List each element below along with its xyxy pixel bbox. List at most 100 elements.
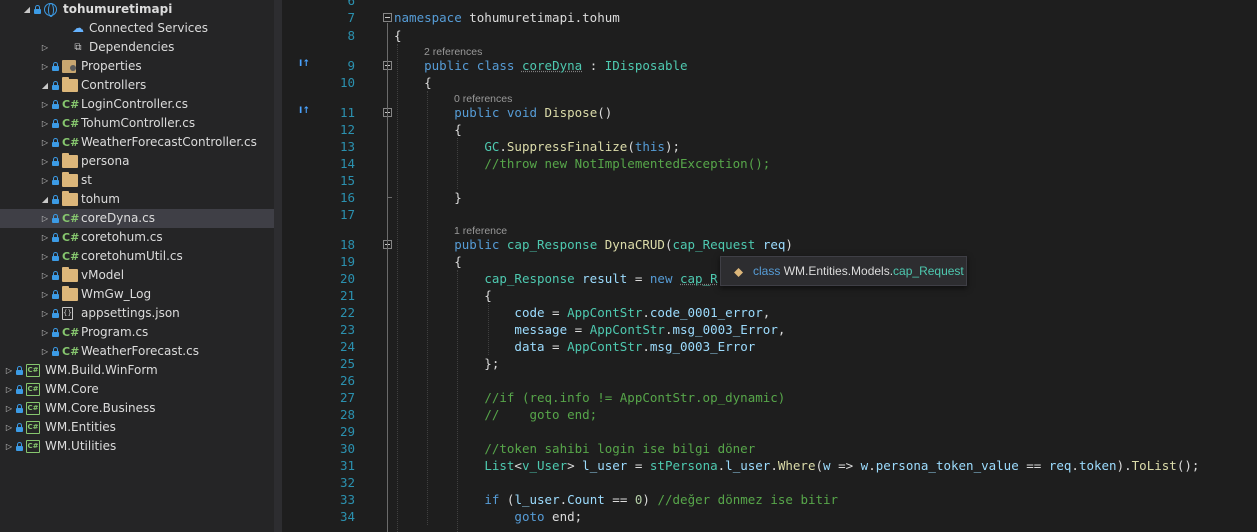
codelens-inheritance-marker-icon[interactable]: I↑ [299, 106, 317, 120]
code-line[interactable]: cap_Response result = new cap_R [394, 270, 717, 287]
code-line[interactable]: public cap_Response DynaCRUD(cap_Request… [394, 236, 793, 253]
collapsed-arrow-icon[interactable]: ▷ [40, 171, 50, 190]
code-line[interactable]: //if (req.info != AppContStr.op_dynamic) [394, 389, 785, 406]
tree-item[interactable]: ▷ C# Program.cs [0, 323, 274, 342]
tree-item[interactable]: ▷ C# coretohumUtil.cs [0, 247, 274, 266]
line-number: 15 [339, 173, 355, 188]
tree-item[interactable]: ▷ C# WeatherForecast.cs [0, 342, 274, 361]
collapsed-arrow-icon[interactable]: ▷ [40, 95, 50, 114]
tree-item[interactable]: ▷ ⧉ Dependencies [0, 38, 274, 57]
tree-item[interactable]: ▷ {} appsettings.json [0, 304, 274, 323]
tooltip-keyword: class [753, 264, 781, 278]
code-line[interactable]: code = AppContStr.code_0001_error, [394, 304, 770, 321]
code-line[interactable]: // goto end; [394, 406, 597, 423]
collapsed-arrow-icon[interactable]: ▷ [40, 304, 50, 323]
tree-item[interactable]: ▷ persona [0, 152, 274, 171]
collapsed-arrow-icon[interactable]: ▷ [4, 380, 14, 399]
code-line[interactable]: data = AppContStr.msg_0003_Error [394, 338, 755, 355]
collapsed-arrow-icon[interactable]: ▷ [4, 361, 14, 380]
tree-item[interactable]: ▷ C# coreDyna.cs [0, 209, 274, 228]
collapsed-arrow-icon[interactable]: ▷ [40, 57, 50, 76]
tree-item[interactable]: ◢ tohum [0, 190, 274, 209]
code-line[interactable]: { [394, 74, 432, 91]
code-line[interactable]: if (l_user.Count == 0) //değer dönmez is… [394, 491, 838, 508]
tree-item[interactable]: ▷ C# LoginController.cs [0, 95, 274, 114]
expanded-arrow-icon[interactable]: ◢ [40, 76, 50, 95]
vertical-scrollbar[interactable] [1246, 0, 1257, 532]
tree-item[interactable]: ▷ WmGw_Log [0, 285, 274, 304]
tree-item[interactable]: ▷ C# TohumController.cs [0, 114, 274, 133]
collapsed-arrow-icon[interactable]: ▷ [40, 133, 50, 152]
codelens-references[interactable]: 0 references [454, 93, 512, 105]
code-line[interactable]: message = AppContStr.msg_0003_Error, [394, 321, 785, 338]
code-line[interactable]: { [394, 287, 492, 304]
properties-icon [62, 60, 76, 73]
tree-item[interactable]: ▷ Properties [0, 57, 274, 76]
collapsed-arrow-icon[interactable]: ▷ [40, 209, 50, 228]
collapsed-arrow-icon[interactable]: ▷ [40, 228, 50, 247]
code-token: > [567, 458, 583, 473]
line-number: 22 [339, 305, 355, 320]
panel-splitter[interactable] [274, 0, 282, 532]
tree-item[interactable]: ☁ Connected Services [0, 19, 274, 38]
tree-item-label: coretohum.cs [81, 230, 163, 244]
collapse-region-icon[interactable] [383, 13, 392, 22]
source-control-lock-icon [34, 5, 41, 14]
collapsed-arrow-icon[interactable]: ▷ [40, 323, 50, 342]
code-token: message [514, 322, 568, 337]
csharp-project-icon: C# [26, 383, 40, 396]
csharp-file-icon: C# [62, 98, 80, 111]
code-line[interactable]: }; [394, 355, 499, 372]
tree-item[interactable]: ◢ tohumuretimapi [0, 0, 274, 19]
code-token: result [582, 271, 628, 286]
tree-item-label: LoginController.cs [81, 97, 188, 111]
tree-item[interactable]: ▷ C# WM.Utilities [0, 437, 274, 456]
code-token: { [394, 28, 402, 43]
collapsed-arrow-icon[interactable]: ▷ [40, 247, 50, 266]
code-token: ( [664, 237, 673, 252]
line-number: 19 [339, 254, 355, 269]
collapsed-arrow-icon[interactable]: ▷ [40, 342, 50, 361]
tree-item[interactable]: ▷ vModel [0, 266, 274, 285]
code-token: ( [815, 458, 824, 473]
code-token: coreDyna [521, 58, 583, 73]
collapsed-arrow-icon[interactable]: ▷ [4, 399, 14, 418]
tree-item[interactable]: ▷ C# WM.Core [0, 380, 274, 399]
tree-item[interactable]: ▷ C# WM.Build.WinForm [0, 361, 274, 380]
collapsed-arrow-icon[interactable]: ▷ [4, 437, 14, 456]
folder-icon [62, 153, 78, 168]
tree-item[interactable]: ▷ C# WM.Core.Business [0, 399, 274, 418]
line-number: 27 [339, 390, 355, 405]
collapsed-arrow-icon[interactable]: ▷ [4, 418, 14, 437]
tree-item[interactable]: ▷ C# coretohum.cs [0, 228, 274, 247]
expanded-arrow-icon[interactable]: ◢ [22, 0, 32, 19]
tree-item[interactable]: ◢ Controllers [0, 76, 274, 95]
tree-item[interactable]: ▷ C# WM.Entities [0, 418, 274, 437]
codelens-references[interactable]: 1 reference [454, 225, 507, 237]
expanded-arrow-icon[interactable]: ◢ [40, 190, 50, 209]
collapsed-arrow-icon[interactable]: ▷ [40, 152, 50, 171]
code-line[interactable]: namespace tohumuretimapi.tohum [394, 9, 620, 26]
code-line[interactable]: //throw new NotImplementedException(); [394, 155, 770, 172]
tree-item-label: WeatherForecastController.cs [81, 135, 257, 149]
codelens-references[interactable]: 2 references [424, 46, 482, 58]
code-line[interactable]: //token sahibi login ise bilgi döner [394, 440, 755, 457]
code-line[interactable]: { [394, 27, 402, 44]
tree-item[interactable]: ▷ C# WeatherForecastController.cs [0, 133, 274, 152]
csharp-file-icon: C# [62, 212, 80, 225]
tooltip-type: cap_Request [893, 264, 964, 278]
code-line[interactable]: public class coreDyna : IDisposable [394, 57, 687, 74]
code-line[interactable]: List<v_User> l_user = stPersona.l_user.W… [394, 457, 1199, 474]
tree-item[interactable]: ▷ st [0, 171, 274, 190]
collapsed-arrow-icon[interactable]: ▷ [40, 38, 50, 57]
codelens-inheritance-marker-icon[interactable]: I↑ [299, 59, 317, 73]
code-line[interactable]: goto end; [394, 508, 582, 525]
collapsed-arrow-icon[interactable]: ▷ [40, 114, 50, 133]
code-line[interactable]: GC.SuppressFinalize(this); [394, 138, 680, 155]
collapsed-arrow-icon[interactable]: ▷ [40, 285, 50, 304]
code-token: , [762, 305, 771, 320]
code-token: tohumuretimapi.tohum [461, 10, 620, 25]
collapsed-arrow-icon[interactable]: ▷ [40, 266, 50, 285]
